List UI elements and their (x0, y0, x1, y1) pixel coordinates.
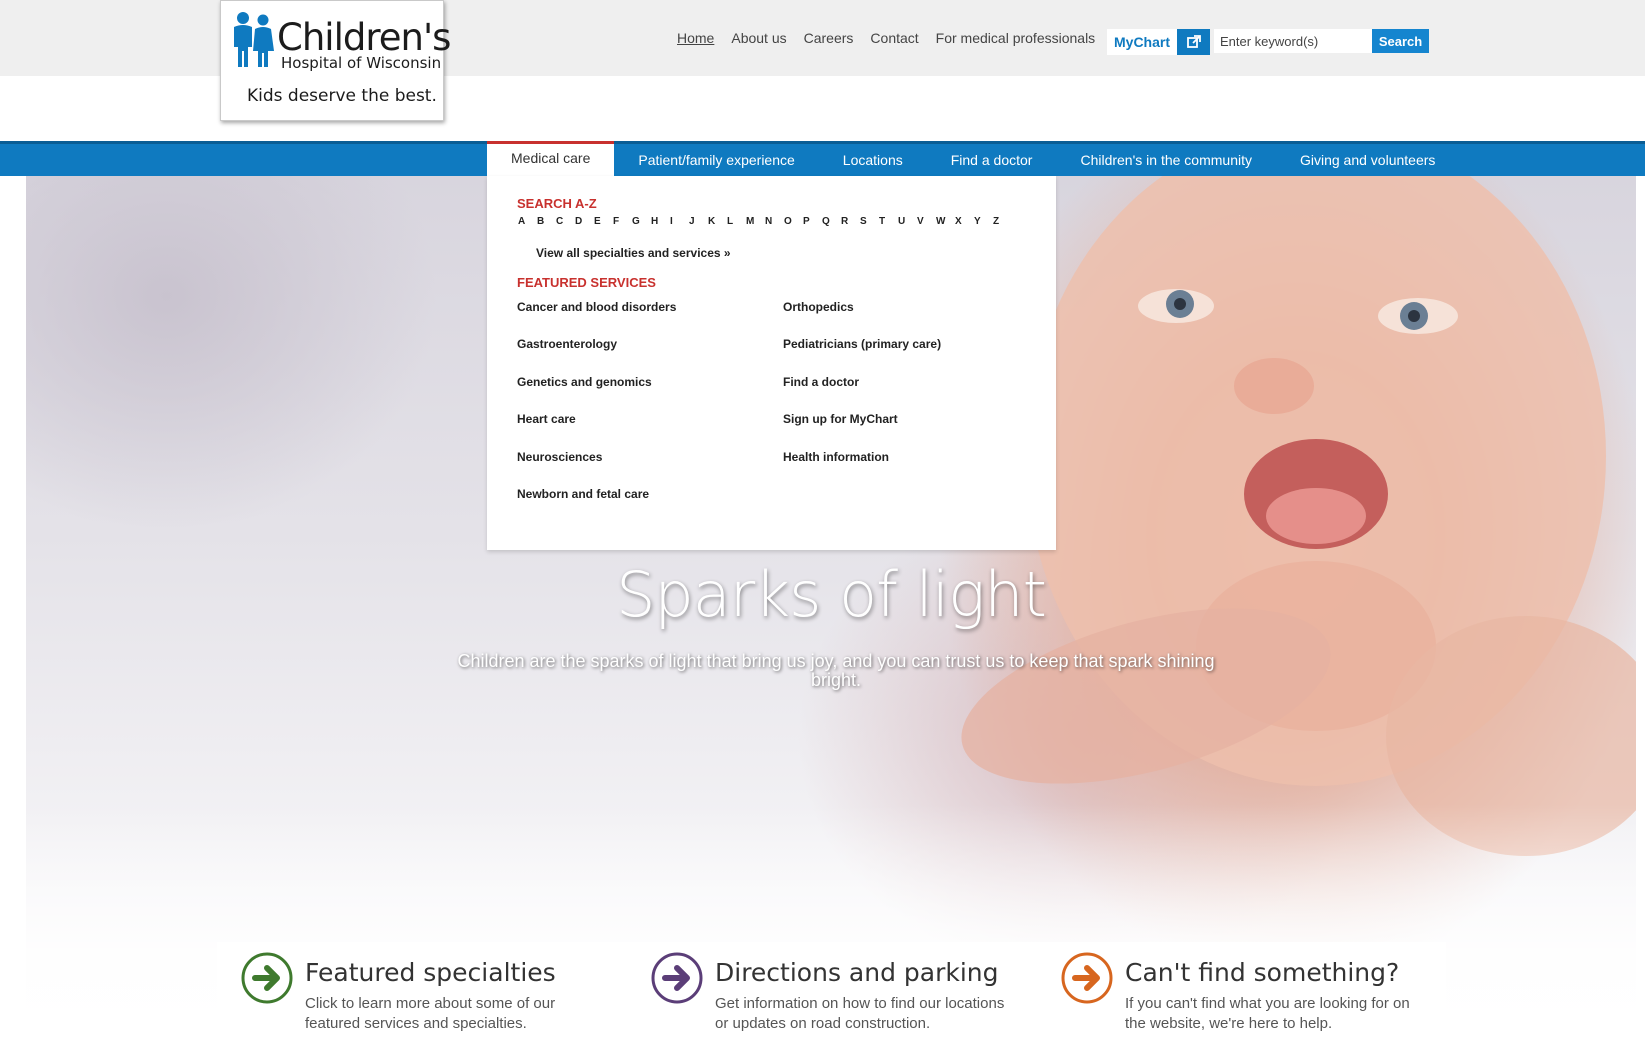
nav-patient-family[interactable]: Patient/family experience (614, 144, 818, 176)
nav-locations[interactable]: Locations (819, 144, 927, 176)
feature-title[interactable]: Featured specialties (305, 958, 556, 987)
az-letter[interactable]: O (784, 216, 803, 227)
nav-giving[interactable]: Giving and volunteers (1276, 144, 1459, 176)
az-letter[interactable]: B (537, 216, 556, 227)
arrow-right-icon[interactable] (651, 952, 703, 1004)
hero-title: Sparks of light (616, 558, 1047, 631)
az-letter[interactable]: C (556, 216, 575, 227)
util-link-medical-professionals[interactable]: For medical professionals (936, 30, 1096, 46)
az-letter[interactable]: G (632, 216, 651, 227)
az-letter[interactable]: W (936, 216, 955, 227)
az-letter[interactable]: I (670, 216, 689, 227)
arrow-right-icon[interactable] (241, 952, 293, 1004)
util-link-about[interactable]: About us (731, 30, 786, 46)
util-link-careers[interactable]: Careers (804, 30, 854, 46)
az-letter[interactable]: T (879, 216, 898, 227)
util-link-home[interactable]: Home (677, 30, 714, 46)
logo-subname: Hospital of Wisconsin (281, 54, 442, 72)
az-letter[interactable]: N (765, 216, 784, 227)
external-link-icon[interactable] (1177, 29, 1211, 55)
service-link[interactable]: Neurosciences (517, 450, 602, 464)
az-letter[interactable]: S (860, 216, 879, 227)
hero-subtitle: Children are the sparks of light that br… (457, 651, 1215, 690)
nav-community[interactable]: Children's in the community (1056, 144, 1276, 176)
az-index: A B C D E F G H I J K L M N O P Q R S T … (518, 216, 1012, 227)
service-link[interactable]: Gastroenterology (517, 337, 617, 351)
util-link-contact[interactable]: Contact (870, 30, 918, 46)
feature-title[interactable]: Can't find something? (1125, 958, 1399, 987)
feature-desc: Click to learn more about some of our fe… (305, 995, 556, 1032)
logo-tagline: Kids deserve the best. (247, 86, 437, 106)
logo[interactable]: Children's Hospital of Wisconsin Kids de… (220, 0, 451, 121)
az-letter[interactable]: Y (974, 216, 993, 227)
az-letter[interactable]: R (841, 216, 860, 227)
medical-care-dropdown: SEARCH A-Z A B C D E F G H I J K L M N O… (487, 176, 1056, 550)
utility-nav: Home About us Careers Contact For medica… (677, 30, 1112, 46)
search-input[interactable] (1214, 29, 1372, 53)
service-link[interactable]: Cancer and blood disorders (517, 300, 676, 314)
view-all-specialties-link[interactable]: View all specialties and services » (536, 246, 731, 260)
mychart-label[interactable]: MyChart (1107, 29, 1178, 55)
az-letter[interactable]: Q (822, 216, 841, 227)
az-letter[interactable]: L (727, 216, 746, 227)
nav-find-doctor[interactable]: Find a doctor (927, 144, 1057, 176)
az-letter[interactable]: U (898, 216, 917, 227)
az-letter[interactable]: D (575, 216, 594, 227)
az-letter[interactable]: P (803, 216, 822, 227)
az-letter[interactable]: V (917, 216, 936, 227)
service-link[interactable]: Heart care (517, 412, 576, 426)
main-nav: Medical care Patient/family experience L… (0, 141, 1645, 176)
az-letter[interactable]: H (651, 216, 670, 227)
featured-services-heading: FEATURED SERVICES (517, 275, 656, 290)
search-az-heading: SEARCH A-Z (517, 196, 597, 211)
az-letter[interactable]: J (689, 216, 708, 227)
search-button[interactable]: Search (1372, 29, 1429, 53)
nav-medical-care[interactable]: Medical care (487, 141, 615, 176)
az-letter[interactable]: F (613, 216, 632, 227)
service-link[interactable]: Newborn and fetal care (517, 487, 649, 501)
mychart-link[interactable]: MyChart (1107, 29, 1211, 55)
logo-name: Children's (277, 16, 451, 59)
service-link[interactable]: Genetics and genomics (517, 375, 652, 389)
feature-desc: Get information on how to find our locat… (715, 995, 1005, 1032)
feature-title[interactable]: Directions and parking (715, 958, 999, 987)
az-letter[interactable]: K (708, 216, 727, 227)
children-figures-icon (234, 12, 274, 67)
arrow-right-icon[interactable] (1061, 952, 1113, 1004)
service-link[interactable]: Pediatricians (primary care) (783, 337, 941, 351)
feature-desc: If you can't find what you are looking f… (1125, 995, 1410, 1032)
service-link[interactable]: Find a doctor (783, 375, 859, 389)
az-letter[interactable]: Z (993, 216, 1012, 227)
service-link[interactable]: Sign up for MyChart (783, 412, 898, 426)
az-letter[interactable]: M (746, 216, 765, 227)
feature-tiles: Featured specialties Click to learn more… (217, 942, 1446, 1064)
az-letter[interactable]: E (594, 216, 613, 227)
az-letter[interactable]: X (955, 216, 974, 227)
service-link[interactable]: Health information (783, 450, 889, 464)
az-letter[interactable]: A (518, 216, 537, 227)
service-link[interactable]: Orthopedics (783, 300, 854, 314)
